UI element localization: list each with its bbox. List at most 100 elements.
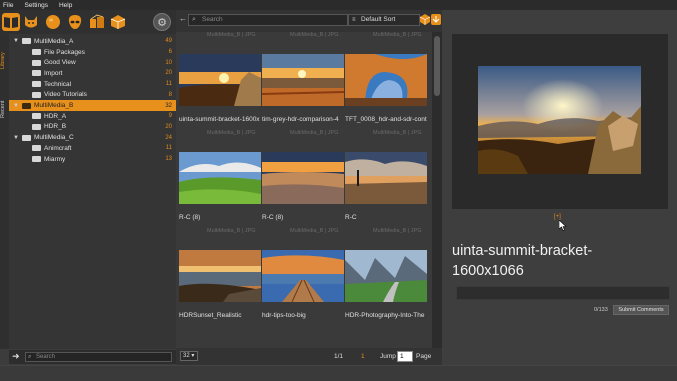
- tree-item-label: Import: [44, 69, 63, 77]
- thumbnail-caption[interactable]: HDRSunset_Realistic: [179, 312, 261, 319]
- thumbnail-caption[interactable]: hdr-tips-too-big: [262, 312, 344, 319]
- thumbnail-watermark: MultiMedia_B | JPG: [373, 228, 422, 234]
- folder-tree: ▼ MultiMedia_A 49 File Packages 6 Good View 10…: [9, 34, 176, 349]
- tree-item-label: Video Tutorials: [44, 91, 87, 99]
- tree-item[interactable]: Video Tutorials 8: [9, 90, 176, 101]
- tab-library[interactable]: Library: [0, 42, 9, 80]
- grid-toolbar: ← ⌕ Search ≡ Default Sort: [176, 10, 442, 32]
- thumbnail-watermark: MultiMedia_B | JPG: [207, 32, 256, 38]
- folder-icon: [32, 123, 41, 130]
- thumbnail-caption[interactable]: R-C: [345, 214, 427, 221]
- tree-item[interactable]: Import 20: [9, 68, 176, 79]
- jump-page-input[interactable]: 1: [397, 351, 413, 362]
- menu-settings[interactable]: Settings: [24, 2, 48, 9]
- tree-item[interactable]: Miarmy 13: [9, 154, 176, 165]
- status-bar: [0, 365, 677, 381]
- page-count: 1/1: [334, 353, 344, 360]
- thumbnail-image[interactable]: [262, 152, 344, 204]
- thumbnail-caption[interactable]: R-C (8): [262, 214, 344, 221]
- menu-bar: File Settings Help: [0, 0, 677, 10]
- grid-scrollbar[interactable]: [432, 32, 442, 348]
- tree-item-count: 49: [165, 38, 172, 45]
- menu-help[interactable]: Help: [59, 2, 72, 9]
- tree-item-count: 11: [165, 145, 172, 152]
- mouse-cursor: [558, 219, 567, 233]
- tree-item-count: 20: [165, 123, 172, 130]
- thumbnail-image[interactable]: [345, 54, 427, 106]
- login-arrow-icon[interactable]: ➜: [12, 351, 20, 362]
- cat-icon[interactable]: [22, 13, 40, 31]
- preview-image-frame: [452, 34, 668, 209]
- folder-icon: [32, 70, 41, 77]
- preview-panel: [+] uinta-summit-bracket-1600x1066 0/133…: [442, 10, 677, 365]
- left-search-placeholder: Search: [36, 354, 56, 360]
- tab-recent[interactable]: Recent: [0, 94, 9, 124]
- grid-search-input[interactable]: ⌕ Search: [188, 14, 348, 26]
- import-icon[interactable]: [431, 14, 441, 25]
- thumbnail-caption[interactable]: TFT_0008_hdr-and-sdr-cont: [345, 116, 427, 123]
- thumbnail-image[interactable]: [179, 250, 261, 302]
- thumbnail-image[interactable]: [262, 250, 344, 302]
- tree-item-count: 32: [165, 102, 172, 109]
- sphere-icon[interactable]: [44, 13, 62, 31]
- thumbnail-watermark: MultiMedia_B | JPG: [373, 130, 422, 136]
- tree-item-label: MultiMedia_B: [34, 102, 74, 110]
- library-icon[interactable]: [2, 13, 20, 31]
- folder-icon: [32, 59, 41, 66]
- thumbnail-caption[interactable]: tim-grey-hdr-comparison-4: [262, 116, 344, 123]
- sort-dropdown[interactable]: ≡ Default Sort: [348, 14, 420, 26]
- alien-icon[interactable]: [66, 13, 84, 31]
- comment-input[interactable]: [456, 286, 670, 300]
- expand-chevron-icon[interactable]: ▼: [13, 38, 19, 44]
- tree-item[interactable]: ▼ MultiMedia_C 24: [9, 132, 176, 143]
- preview-image[interactable]: [478, 66, 641, 174]
- tree-item-label: MultiMedia_A: [34, 37, 74, 45]
- thumbnail-image[interactable]: [179, 54, 261, 106]
- grid-search-placeholder: Search: [202, 16, 223, 23]
- thumbnail-caption[interactable]: HDR-Photography-Into-The: [345, 312, 427, 319]
- tree-item-label: Technical: [44, 80, 72, 88]
- tree-item[interactable]: HDR_B 20: [9, 122, 176, 133]
- back-arrow-icon[interactable]: ←: [179, 14, 187, 23]
- per-page-select[interactable]: 32 ▾: [180, 351, 198, 361]
- folder-icon: [22, 38, 31, 45]
- tree-item-label: MultiMedia_C: [34, 134, 74, 142]
- cube-icon[interactable]: [109, 13, 127, 31]
- tree-item[interactable]: Animcraft 11: [9, 143, 176, 154]
- side-tabs: Library Recent: [0, 34, 9, 349]
- tree-item[interactable]: Technical 11: [9, 79, 176, 90]
- thumbnail-watermark: MultiMedia_B | JPG: [290, 32, 339, 38]
- tree-item[interactable]: Good View 10: [9, 57, 176, 68]
- thumbnail-caption[interactable]: uinta-summit-bracket-1600x: [179, 116, 261, 123]
- folder-icon: [32, 91, 41, 98]
- thumbnail-image[interactable]: [179, 152, 261, 204]
- menu-file[interactable]: File: [3, 2, 13, 9]
- jump-label: Jump: [380, 353, 396, 360]
- page-label: Page: [416, 353, 432, 360]
- grid-footer: 32 ▾ 1/1 1 Jump 1 Page: [176, 348, 442, 365]
- current-page-link[interactable]: 1: [361, 353, 365, 360]
- tree-item-count: 6: [168, 49, 172, 56]
- thumbnail-watermark: MultiMedia_B | JPG: [207, 228, 256, 234]
- submit-comments-button[interactable]: Submit Comments: [613, 305, 669, 315]
- expand-chevron-icon[interactable]: ▼: [13, 103, 19, 109]
- tree-item-count: 13: [165, 156, 172, 163]
- left-search-bar: ➜ ⌕ Search: [9, 350, 176, 364]
- search-icon: ⌕: [192, 16, 196, 23]
- tree-item[interactable]: HDR_A 9: [9, 111, 176, 122]
- settings-gear-icon[interactable]: ⚙: [153, 13, 171, 31]
- thumbnail-image[interactable]: [262, 54, 344, 106]
- scrollbar-thumb[interactable]: [434, 36, 440, 96]
- left-search-input[interactable]: ⌕ Search: [25, 352, 172, 362]
- tree-item[interactable]: File Packages 6: [9, 47, 176, 58]
- assets-icon[interactable]: [88, 13, 106, 31]
- thumbnail-image[interactable]: [345, 152, 427, 204]
- tree-item[interactable]: ▼ MultiMedia_B 32: [9, 100, 176, 111]
- package-icon[interactable]: [419, 14, 431, 25]
- tree-item[interactable]: ▼ MultiMedia_A 49: [9, 36, 176, 47]
- thumbnail-grid: MultiMedia_B | JPG uinta-summit-bracket-1…: [176, 32, 432, 348]
- thumbnail-caption[interactable]: R-C (8): [179, 214, 261, 221]
- expand-chevron-icon[interactable]: ▼: [13, 135, 19, 141]
- thumbnail-image[interactable]: [345, 250, 427, 302]
- tree-item-count: 8: [168, 91, 172, 98]
